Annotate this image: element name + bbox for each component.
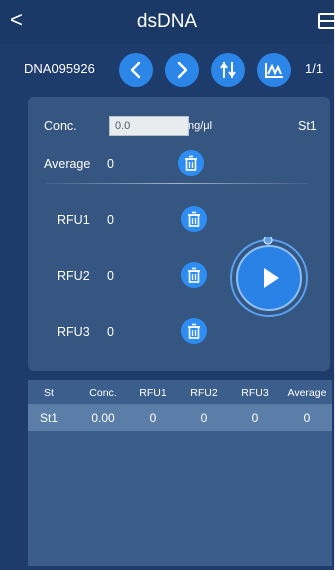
next-icon xyxy=(177,61,188,79)
sample-id: DNA095926 xyxy=(24,61,95,76)
rfu2-label: RFU2 xyxy=(57,269,90,283)
page-count: 1/1 xyxy=(305,61,324,76)
page-title: dsDNA xyxy=(136,11,198,32)
play-icon xyxy=(230,235,308,317)
conc-unit: ng/μl xyxy=(188,120,213,132)
trash-icon xyxy=(188,211,200,227)
curve-button[interactable] xyxy=(257,53,291,87)
left-margin xyxy=(0,92,10,570)
divider xyxy=(46,183,308,184)
column-header: RFU3 xyxy=(241,387,269,399)
adjust-icon xyxy=(220,62,236,78)
rfu2-value: 0 xyxy=(107,269,114,283)
rfu3-label: RFU3 xyxy=(57,325,90,339)
table-cell: 0 xyxy=(200,411,208,425)
table-row[interactable]: St1 0.00 0 0 0 0 xyxy=(28,405,332,431)
conc-label: Conc. xyxy=(44,119,77,133)
delete-rfu1-button[interactable] xyxy=(181,206,207,232)
column-header: RFU2 xyxy=(190,387,218,399)
results-table: St Conc. RFU1 RFU2 RFU3 Average St1 0.00… xyxy=(28,380,332,566)
trash-icon xyxy=(188,267,200,283)
trash-icon xyxy=(188,323,200,339)
curve-icon xyxy=(265,63,283,78)
toolbar: DNA095926 1/1 xyxy=(0,44,334,92)
standard-label: St1 xyxy=(298,119,317,133)
rfu3-value: 0 xyxy=(107,325,114,339)
table-cell: 0 xyxy=(303,411,311,425)
delete-average-button[interactable] xyxy=(178,150,204,176)
delete-rfu3-button[interactable] xyxy=(181,318,207,344)
table-cell: 0 xyxy=(149,411,157,425)
column-header: RFU1 xyxy=(139,387,167,399)
rfu1-label: RFU1 xyxy=(57,213,90,227)
menu-icon[interactable] xyxy=(318,13,335,29)
conc-input[interactable]: 0.0 xyxy=(109,116,189,136)
average-label: Average xyxy=(44,157,91,171)
table-cell: 0 xyxy=(251,411,259,425)
column-header: Conc. xyxy=(89,387,117,399)
table-cell: 0.00 xyxy=(91,411,115,425)
play-button[interactable] xyxy=(228,235,310,319)
column-header: St xyxy=(44,387,54,399)
title-bar: < dsDNA xyxy=(0,0,335,44)
previous-button[interactable] xyxy=(119,53,153,87)
trash-icon xyxy=(185,155,197,171)
table-cell: St1 xyxy=(39,411,58,425)
adjust-button[interactable] xyxy=(211,53,245,87)
next-button[interactable] xyxy=(165,53,199,87)
delete-rfu2-button[interactable] xyxy=(181,262,207,288)
table-header: St Conc. RFU1 RFU2 RFU3 Average xyxy=(28,380,332,405)
rfu1-value: 0 xyxy=(107,213,114,227)
column-header: Average xyxy=(287,387,327,399)
measurement-panel: Conc. 0.0 ng/μl St1 Average 0 RFU1 0 RFU… xyxy=(28,97,330,371)
average-value: 0 xyxy=(107,157,114,171)
previous-icon xyxy=(130,61,141,79)
